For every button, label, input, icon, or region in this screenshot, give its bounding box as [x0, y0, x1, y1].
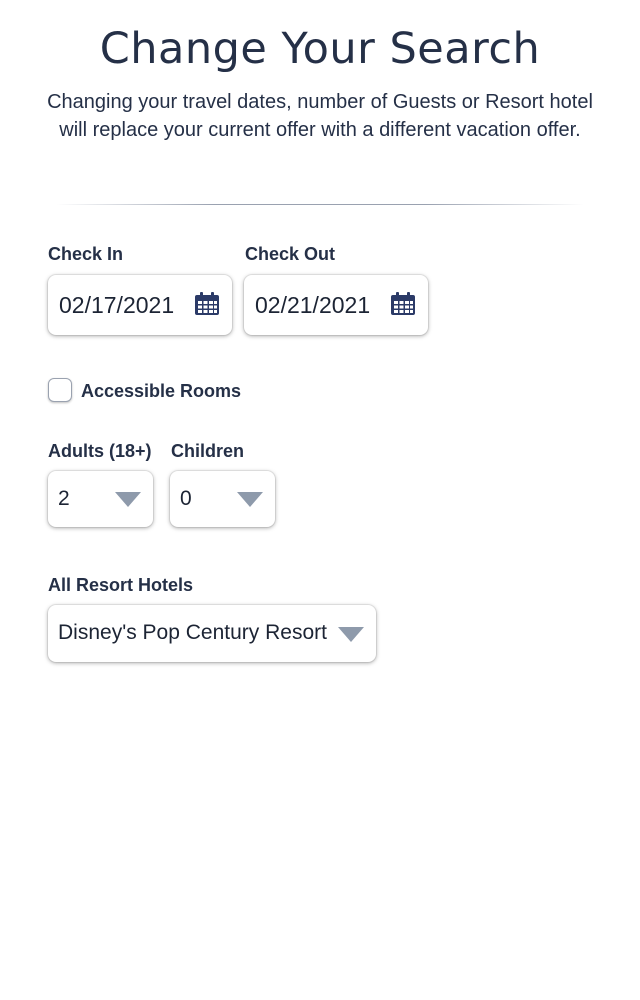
chevron-down-icon	[338, 627, 364, 642]
check-in-field[interactable]: 02/17/2021	[48, 275, 232, 335]
resort-label: All Resort Hotels	[48, 575, 194, 595]
adults-value: 2	[58, 487, 70, 510]
check-out-field[interactable]: 02/21/2021	[244, 275, 428, 335]
change-search-page: Change Your Search Changing your travel …	[0, 0, 640, 1000]
chevron-down-icon	[115, 492, 141, 507]
page-title: Change Your Search	[99, 24, 541, 74]
children-select[interactable]: 0	[170, 471, 275, 527]
adults-select[interactable]: 2	[48, 471, 153, 527]
accessible-rooms-checkbox[interactable]	[48, 378, 72, 402]
children-label: Children	[171, 441, 245, 461]
check-in-label: Check In	[48, 244, 124, 264]
section-divider	[56, 204, 584, 205]
children-value: 0	[180, 487, 192, 510]
calendar-icon[interactable]	[390, 292, 416, 316]
page-subtitle: Changing your travel dates, number of Gu…	[47, 91, 593, 141]
resort-value: Disney's Pop Century Resort	[58, 621, 327, 644]
adults-label: Adults (18+)	[48, 441, 152, 461]
chevron-down-icon	[237, 492, 263, 507]
resort-select[interactable]: Disney's Pop Century Resort	[48, 605, 376, 662]
calendar-icon[interactable]	[194, 292, 220, 316]
accessible-rooms-label[interactable]: Accessible Rooms	[81, 381, 241, 402]
check-out-value: 02/21/2021	[255, 292, 371, 318]
check-in-value: 02/17/2021	[59, 292, 175, 318]
check-out-label: Check Out	[245, 244, 336, 264]
